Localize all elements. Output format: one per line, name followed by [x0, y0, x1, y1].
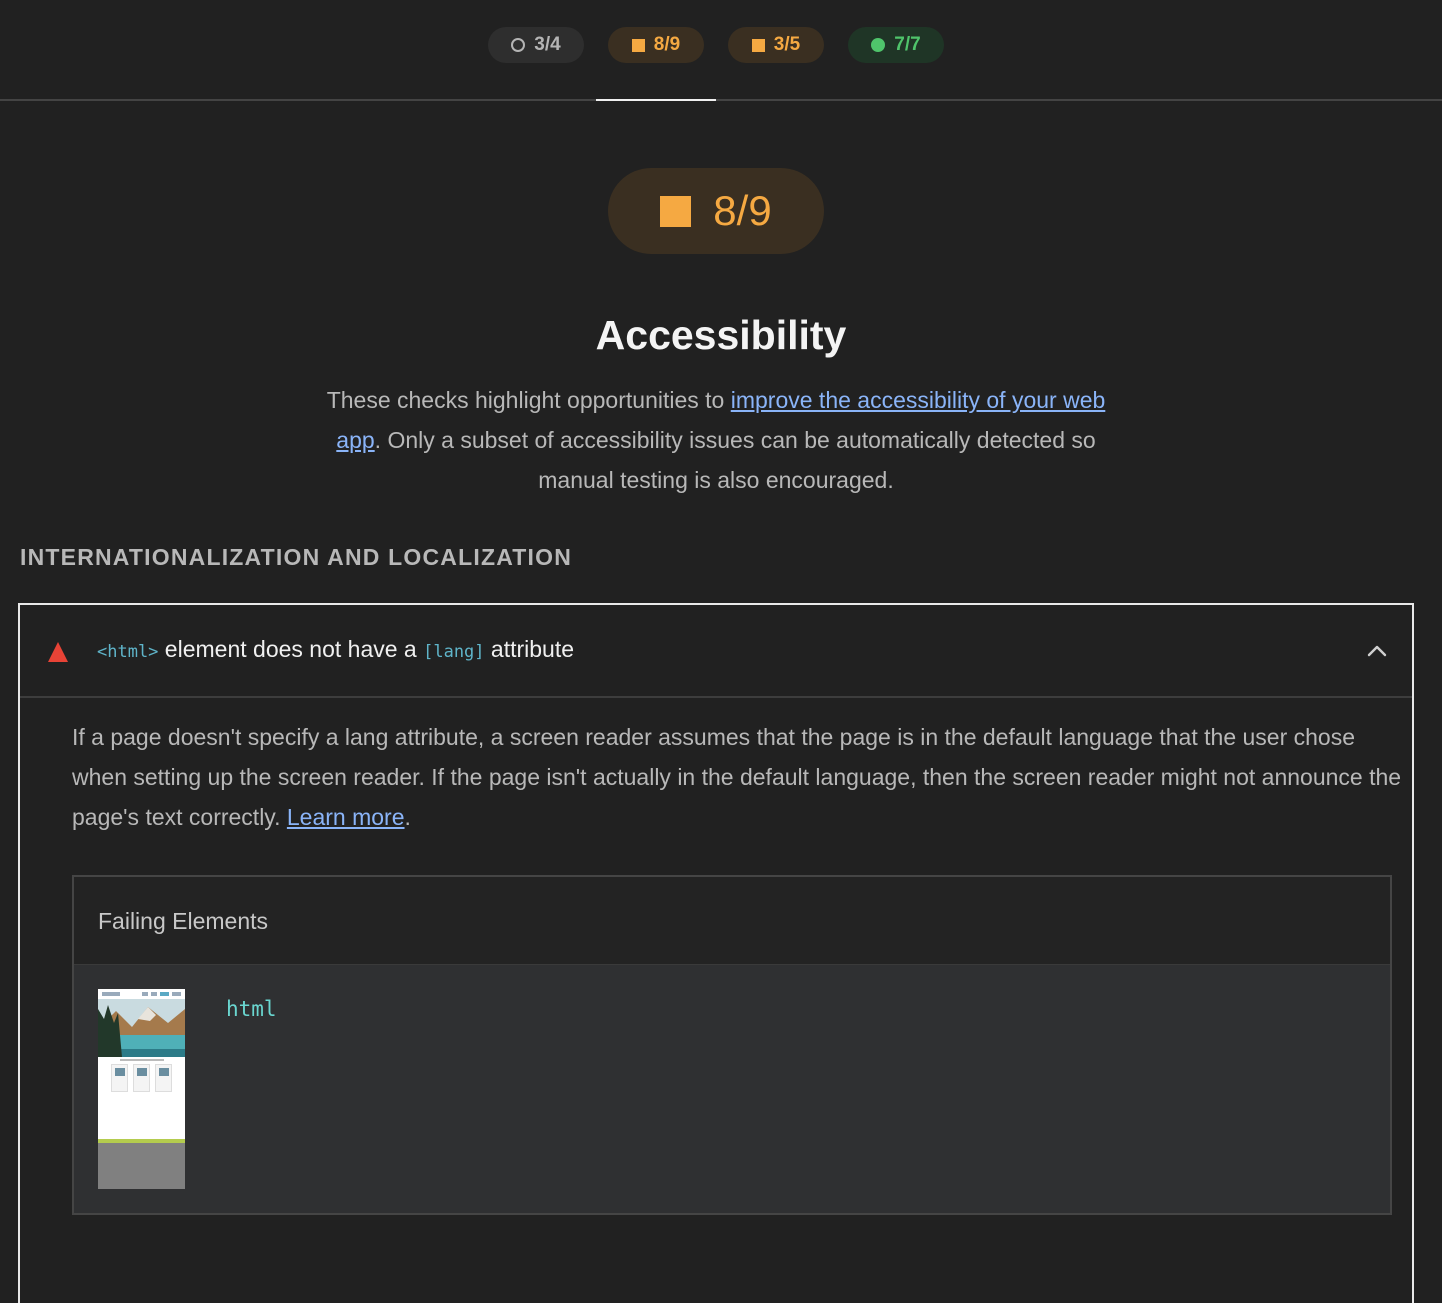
- score-tab-label: 8/9: [653, 34, 681, 55]
- audit-title-code: [lang]: [423, 642, 485, 662]
- triangle-fail-icon: [48, 642, 68, 662]
- category-score-gauge: 8/9: [608, 168, 824, 254]
- score-tabs-bar: 3/4 8/9 3/5 7/7: [0, 0, 1442, 101]
- audit-header[interactable]: <html> element does not have a [lang] at…: [20, 605, 1412, 698]
- square-icon: [751, 38, 765, 52]
- score-tab-label: 7/7: [894, 34, 921, 55]
- score-tab-4[interactable]: 7/7: [848, 27, 944, 63]
- category-description-text: These checks highlight opportunities to: [326, 387, 731, 413]
- score-tab-label: 3/5: [773, 34, 801, 55]
- active-tab-indicator: [596, 99, 716, 101]
- category-title: Accessibility: [595, 312, 847, 358]
- square-icon: [631, 38, 645, 52]
- square-icon: [660, 195, 692, 227]
- group-heading: INTERNATIONALIZATION AND LOCALIZATION: [20, 544, 573, 570]
- audit-html-has-lang: <html> element does not have a [lang] at…: [18, 603, 1414, 1303]
- audit-description: If a page doesn't specify a lang attribu…: [72, 717, 1402, 837]
- thumbnail-footer: [98, 1143, 185, 1189]
- node-snippet: html: [226, 997, 277, 1021]
- circle-filled-icon: [871, 38, 886, 52]
- category-description-text: . Only a subset of accessibility issues …: [374, 427, 1096, 493]
- category-description: These checks highlight opportunities to …: [316, 380, 1116, 500]
- failing-elements-header-label: Failing Elements: [98, 908, 269, 934]
- table-row[interactable]: html: [74, 965, 1390, 1213]
- circle-outline-icon: [511, 38, 526, 52]
- score-tab-label: 3/4: [534, 34, 561, 55]
- failing-elements-header: Failing Elements: [74, 877, 1390, 965]
- audit-description-text: .: [404, 804, 411, 830]
- learn-more-link[interactable]: Learn more: [287, 804, 405, 830]
- audit-title: <html> element does not have a [lang] at…: [97, 636, 574, 663]
- category-score-value: 8/9: [713, 187, 772, 234]
- failing-elements-table: Failing Elements html: [72, 875, 1392, 1215]
- score-tab-2[interactable]: 8/9: [608, 27, 704, 63]
- node-screenshot-thumbnail: [98, 989, 185, 1189]
- audit-title-text: attribute: [484, 636, 575, 662]
- chevron-up-icon[interactable]: [1366, 643, 1388, 659]
- thumbnail-hero-image: [98, 999, 185, 1057]
- thumbnail-nav: [98, 989, 185, 999]
- score-tab-1[interactable]: 3/4: [488, 27, 584, 63]
- score-tab-3[interactable]: 3/5: [728, 27, 824, 63]
- audit-title-code: <html>: [97, 642, 159, 662]
- audit-description-text: If a page doesn't specify a lang attribu…: [72, 724, 1402, 830]
- audit-title-text: element does not have a: [158, 636, 424, 662]
